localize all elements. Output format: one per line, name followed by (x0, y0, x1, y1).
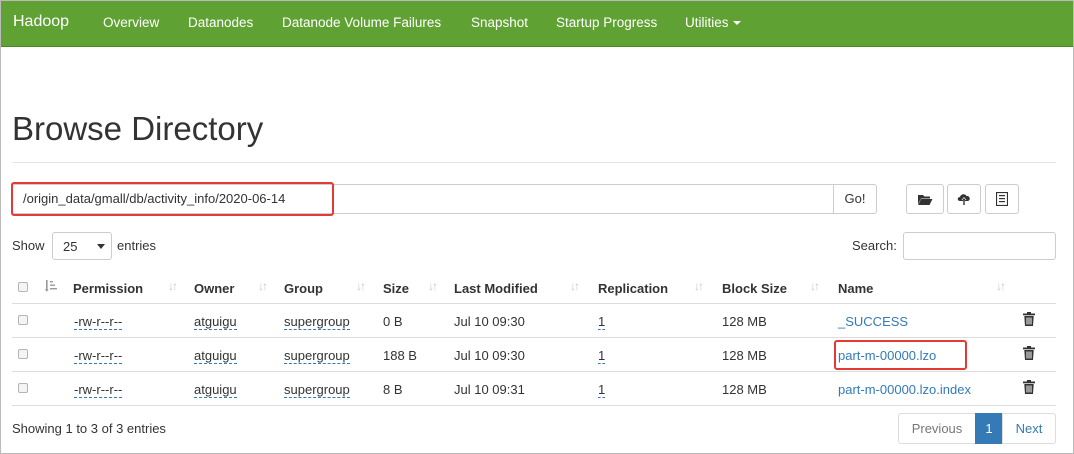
sort-icon[interactable]: ↓↑ (168, 279, 178, 293)
upload-button[interactable] (947, 184, 981, 214)
nav-utilities-label: Utilities (685, 15, 729, 30)
column-header-size[interactable]: Size (383, 281, 409, 296)
row-owner[interactable]: atguigu (194, 348, 237, 364)
row-last-modified: Jul 10 09:31 (454, 382, 525, 397)
row-group[interactable]: supergroup (284, 382, 350, 398)
row-permission[interactable]: -rw-r--r-- (74, 348, 123, 364)
row-block-size: 128 MB (722, 348, 767, 363)
row-replication[interactable]: 1 (598, 382, 606, 398)
trash-icon[interactable] (1023, 312, 1035, 326)
row-permission[interactable]: -rw-r--r-- (74, 382, 123, 398)
column-header-block-size[interactable]: Block Size (722, 281, 787, 296)
column-header-last-modified[interactable]: Last Modified (454, 281, 538, 296)
row-size: 188 B (383, 348, 417, 363)
row-group[interactable]: supergroup (284, 348, 350, 364)
nav-startup-progress[interactable]: Startup Progress (556, 15, 657, 30)
nav-datanodes[interactable]: Datanodes (188, 15, 253, 30)
caret-down-icon (732, 21, 741, 26)
nav-utilities[interactable]: Utilities (685, 15, 741, 30)
column-header-permission[interactable]: Permission (73, 281, 143, 296)
header-divider (12, 303, 1056, 304)
row-name-link[interactable]: part-m-00000.lzo (838, 348, 936, 363)
row-replication[interactable]: 1 (598, 314, 606, 330)
column-header-owner[interactable]: Owner (194, 281, 234, 296)
sort-icon[interactable]: ↓↑ (258, 279, 268, 293)
row-group[interactable]: supergroup (284, 314, 350, 330)
sort-icon[interactable]: ↓↑ (356, 279, 366, 293)
sort-asc-icon[interactable] (45, 279, 57, 293)
nav-snapshot[interactable]: Snapshot (471, 15, 528, 30)
column-header-name[interactable]: Name (838, 281, 873, 296)
page-1-button[interactable]: 1 (975, 413, 1003, 444)
navbar: Hadoop Overview Datanodes Datanode Volum… (1, 1, 1073, 47)
row-divider (12, 405, 1056, 406)
row-divider (12, 337, 1056, 338)
select-caret-icon (97, 244, 105, 249)
entries-select-value: 25 (63, 239, 78, 254)
row-owner[interactable]: atguigu (194, 382, 237, 398)
nav-datanode-volume-failures[interactable]: Datanode Volume Failures (282, 15, 441, 30)
show-label: Show (12, 238, 45, 253)
upload-icon (957, 194, 970, 205)
previous-page-button[interactable]: Previous (898, 413, 976, 444)
select-all-checkbox[interactable] (18, 282, 28, 292)
column-header-replication[interactable]: Replication (598, 281, 668, 296)
create-directory-button[interactable] (906, 184, 944, 214)
sort-icon[interactable]: ↓↑ (810, 279, 820, 293)
row-permission[interactable]: -rw-r--r-- (74, 314, 123, 330)
entries-select[interactable]: 25 (52, 232, 112, 260)
sort-icon[interactable]: ↓↑ (428, 279, 438, 293)
row-checkbox[interactable] (18, 349, 28, 359)
sort-icon[interactable]: ↓↑ (996, 279, 1006, 293)
explorer-button[interactable] (985, 184, 1019, 214)
column-header-group[interactable]: Group (284, 281, 323, 296)
row-checkbox[interactable] (18, 315, 28, 325)
row-name-link[interactable]: _SUCCESS (838, 314, 908, 329)
trash-icon[interactable] (1023, 380, 1035, 394)
search-input[interactable] (903, 232, 1056, 260)
row-name-link[interactable]: part-m-00000.lzo.index (838, 382, 971, 397)
row-last-modified: Jul 10 09:30 (454, 314, 525, 329)
sort-icon[interactable]: ↓↑ (694, 279, 704, 293)
go-button[interactable]: Go! (833, 184, 877, 214)
divider (12, 162, 1056, 163)
next-page-button[interactable]: Next (1002, 413, 1056, 444)
row-block-size: 128 MB (722, 314, 767, 329)
row-size: 8 B (383, 382, 403, 397)
row-size: 0 B (383, 314, 403, 329)
row-checkbox[interactable] (18, 383, 28, 393)
table-info: Showing 1 to 3 of 3 entries (12, 421, 166, 436)
list-icon (996, 192, 1008, 206)
page-title: Browse Directory (12, 110, 264, 147)
search-label: Search: (852, 238, 897, 253)
nav-overview[interactable]: Overview (103, 15, 159, 30)
row-block-size: 128 MB (722, 382, 767, 397)
trash-icon[interactable] (1023, 346, 1035, 360)
folder-icon (918, 194, 933, 205)
sort-icon[interactable]: ↓↑ (570, 279, 580, 293)
row-owner[interactable]: atguigu (194, 314, 237, 330)
row-replication[interactable]: 1 (598, 348, 606, 364)
path-input[interactable]: /origin_data/gmall/db/activity_info/2020… (12, 184, 834, 214)
brand-link[interactable]: Hadoop (13, 13, 69, 31)
entries-label: entries (117, 238, 157, 253)
row-divider (12, 371, 1056, 372)
row-last-modified: Jul 10 09:30 (454, 348, 525, 363)
